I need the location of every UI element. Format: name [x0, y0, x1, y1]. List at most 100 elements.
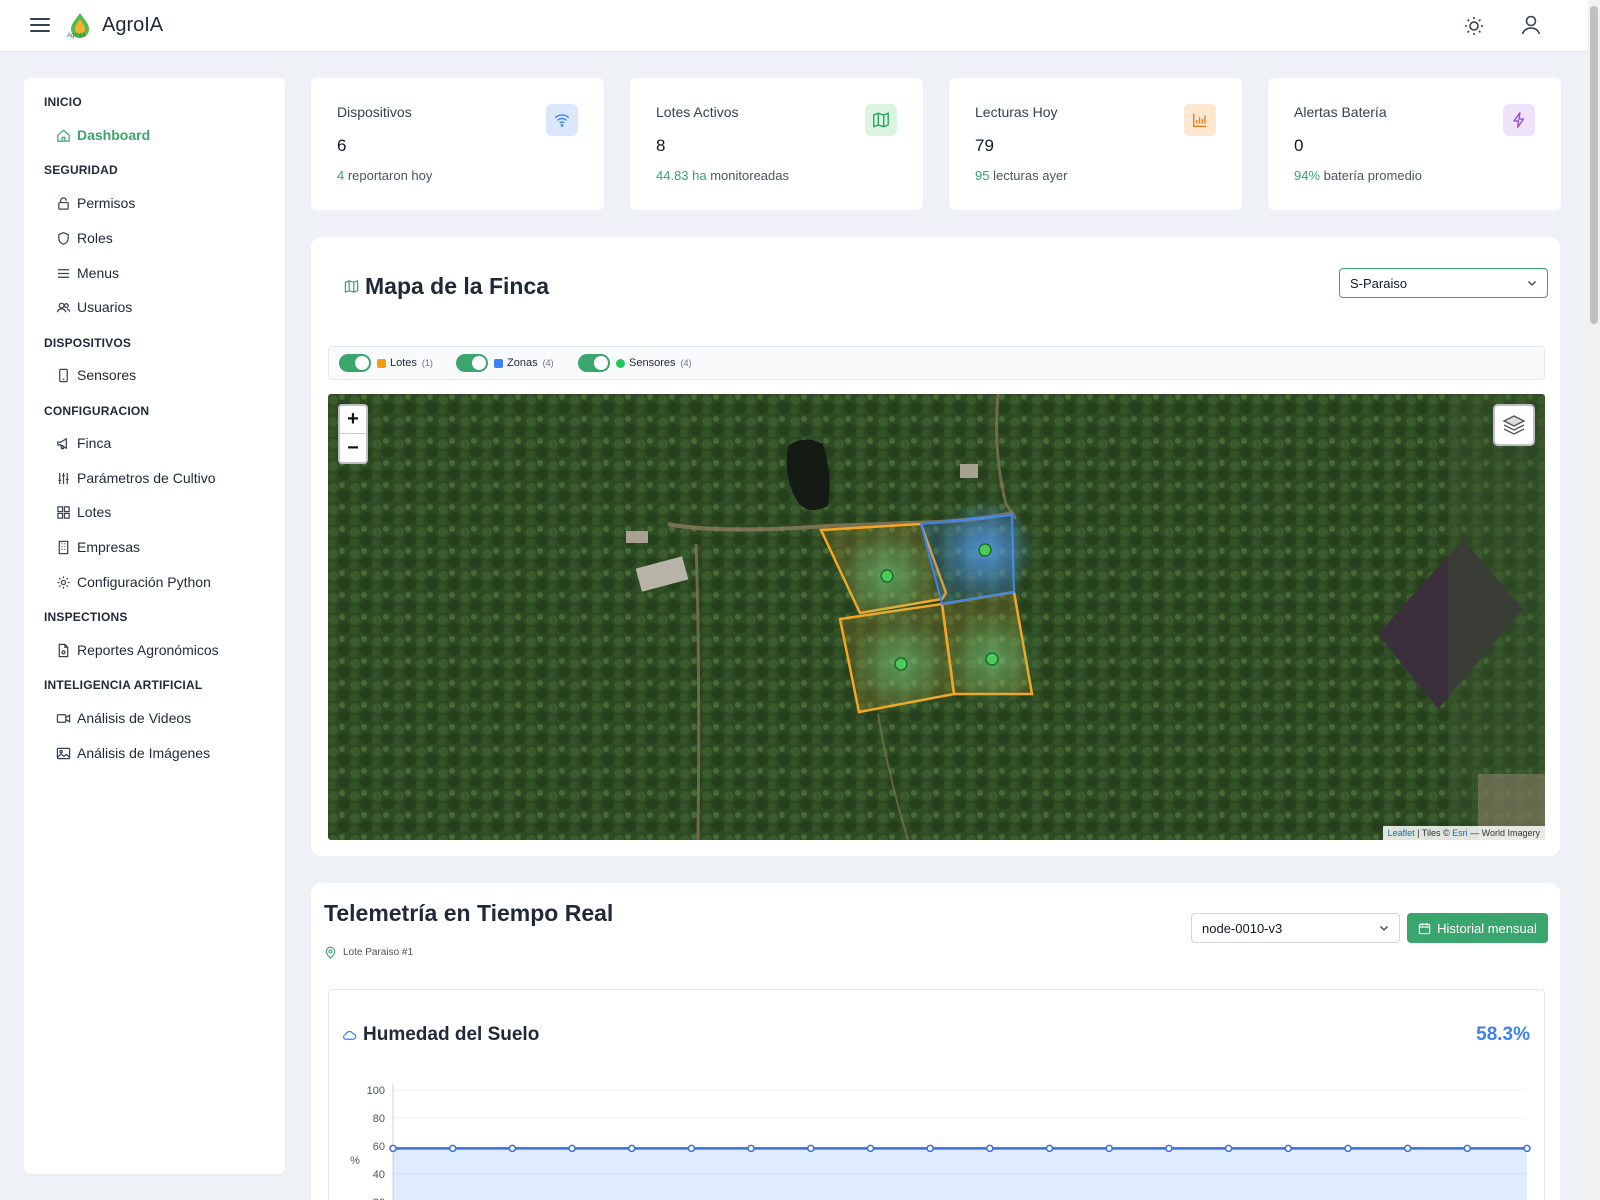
grid-icon: [57, 505, 70, 519]
zoom-control: + −: [338, 404, 368, 464]
humedad-chart: 20406080100%: [350, 1084, 1531, 1200]
stat-subtext-rest: lecturas ayer: [989, 168, 1068, 183]
app-title: AgroIA: [102, 14, 164, 36]
stat-value: 8: [656, 136, 666, 155]
stat-highlight: 94%: [1294, 168, 1321, 183]
calendar-icon: [1418, 922, 1431, 934]
sidebar-item-analisis-videos[interactable]: Análisis de Videos: [56, 707, 191, 729]
sidebar-item-label: Permisos: [77, 195, 136, 211]
sidebar-item-empresas[interactable]: Empresas: [56, 536, 140, 558]
chevron-down-icon: [1528, 281, 1536, 286]
stat-value: 79: [975, 136, 994, 155]
sidebar-item-label: Sensores: [77, 367, 137, 383]
sidebar-item-reportes[interactable]: Reportes Agronómicos: [56, 639, 219, 661]
sensor-marker[interactable]: [978, 543, 992, 557]
file-icon: [58, 643, 69, 657]
farm-select[interactable]: S-Paraiso: [1339, 268, 1548, 298]
data-point: [866, 1144, 875, 1153]
esri-link[interactable]: Esri: [1452, 828, 1468, 838]
data-point: [1523, 1144, 1531, 1153]
layer-count: (1): [421, 358, 433, 368]
leaflet-link[interactable]: Leaflet: [1388, 828, 1415, 838]
zonas-color-swatch: [494, 358, 503, 368]
stat-label: Alertas Batería: [1294, 104, 1387, 120]
y-tick-label: 100: [367, 1085, 385, 1097]
layer-count: (4): [680, 358, 692, 368]
sidebar-item-label: Usuarios: [77, 299, 133, 315]
data-point: [1284, 1144, 1293, 1153]
telemetry-section: Telemetría en Tiempo Real Lote Paraiso #…: [311, 883, 1560, 1200]
sidebar-item-menus[interactable]: Menus: [56, 262, 119, 284]
sidebar-item-label: Parámetros de Cultivo: [77, 470, 216, 486]
layer-lotes: Lotes (1): [339, 353, 433, 373]
map-icon: [865, 104, 897, 136]
sidebar-item-sensores[interactable]: Sensores: [56, 364, 136, 386]
data-point: [568, 1144, 576, 1153]
wifi-icon: [546, 104, 578, 136]
zoom-in-button[interactable]: +: [340, 406, 366, 434]
users-icon: [56, 302, 71, 312]
sun-icon[interactable]: [1462, 14, 1486, 38]
zonas-toggle[interactable]: [456, 354, 488, 372]
layers-icon[interactable]: [1493, 404, 1535, 446]
sidebar-section-seguridad: SEGURIDAD: [44, 163, 118, 177]
zoom-out-button[interactable]: −: [340, 434, 366, 462]
sensor-marker[interactable]: [880, 569, 894, 583]
home-icon: [57, 129, 70, 142]
stat-subtext-rest: batería promedio: [1320, 168, 1422, 183]
stat-card-lotes-activos: Lotes Activos 8 44.83 ha monitoreadas: [630, 78, 923, 210]
data-point: [1463, 1144, 1472, 1153]
sensor-marker[interactable]: [894, 657, 908, 671]
node-select[interactable]: node-0010-v3: [1191, 913, 1400, 943]
data-point: [389, 1144, 397, 1153]
sidebar-section-dispositivos: DISPOSITIVOS: [44, 336, 132, 350]
sidebar-item-label: Empresas: [77, 539, 141, 555]
hamburger-menu-icon[interactable]: [28, 14, 52, 38]
historial-mensual-button[interactable]: Historial mensual: [1407, 913, 1548, 943]
sidebar-item-analisis-imagenes[interactable]: Análisis de Imágenes: [56, 742, 210, 764]
y-tick-label: 80: [373, 1113, 385, 1125]
data-point: [508, 1144, 517, 1153]
data-point: [627, 1144, 636, 1153]
sidebar-item-parametros[interactable]: Parámetros de Cultivo: [56, 467, 216, 489]
lotes-toggle[interactable]: [339, 354, 371, 372]
sensores-toggle[interactable]: [578, 354, 610, 372]
map-title: Mapa de la Finca: [344, 273, 549, 300]
layer-toggle-bar: Lotes (1) Zonas (4) Sensores (4): [328, 346, 1545, 380]
building-icon: [58, 540, 69, 554]
y-tick-label: 40: [373, 1169, 385, 1181]
stat-card-lecturas-hoy: Lecturas Hoy 79 95 lecturas ayer: [949, 78, 1242, 210]
scrollbar-thumb[interactable]: [1590, 6, 1598, 324]
data-point: [1344, 1144, 1352, 1153]
stat-subtext: 95 lecturas ayer: [975, 168, 1068, 183]
sidebar-item-label: Roles: [77, 230, 113, 246]
sidebar-item-lotes[interactable]: Lotes: [56, 501, 111, 523]
sidebar-item-label: Análisis de Videos: [77, 710, 192, 726]
node-select-value: node-0010-v3: [1202, 920, 1283, 936]
sensor-marker[interactable]: [985, 652, 999, 666]
megaphone-icon: [57, 437, 67, 449]
attribution-rest: — World Imagery: [1467, 828, 1540, 838]
sidebar-item-roles[interactable]: Roles: [56, 227, 113, 249]
page-scrollbar[interactable]: [1588, 0, 1600, 1200]
layer-label: Zonas: [507, 357, 538, 369]
data-point: [807, 1144, 815, 1153]
layer-label: Lotes: [390, 357, 417, 369]
sidebar-item-permisos[interactable]: Permisos: [56, 192, 135, 214]
data-point: [747, 1144, 755, 1153]
video-icon: [56, 713, 71, 723]
sidebar-item-usuarios[interactable]: Usuarios: [56, 296, 132, 318]
stat-label: Lecturas Hoy: [975, 104, 1058, 120]
satellite-map[interactable]: + − Leaflet | Tiles © Esri — World Image…: [328, 394, 1545, 840]
sidebar-item-configuracion-python[interactable]: Configuración Python: [56, 571, 211, 593]
satellite-imagery: [328, 394, 1545, 840]
user-icon[interactable]: [1519, 13, 1543, 37]
lotes-color-swatch: [377, 358, 386, 368]
sidebar-section-configuracion: CONFIGURACION: [44, 404, 150, 418]
sidebar-item-dashboard[interactable]: Dashboard: [56, 124, 150, 146]
sidebar-item-label: Análisis de Imágenes: [77, 745, 211, 761]
data-point: [1165, 1144, 1173, 1153]
data-point: [448, 1144, 457, 1153]
stat-label: Lotes Activos: [656, 104, 739, 120]
sidebar-item-finca[interactable]: Finca: [56, 432, 111, 454]
